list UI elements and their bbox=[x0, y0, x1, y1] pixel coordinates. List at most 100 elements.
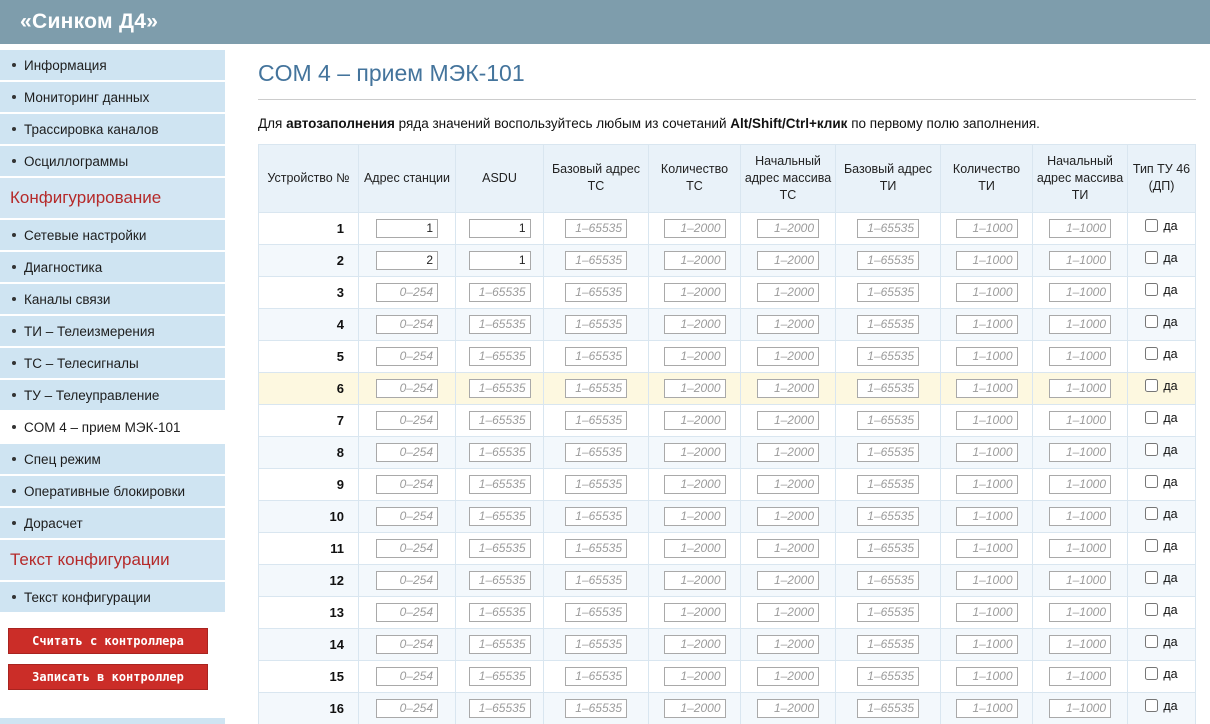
sidebar-item-special-mode[interactable]: Спец режим bbox=[0, 444, 225, 474]
read-from-controller-button[interactable]: Считать с контроллера bbox=[8, 628, 208, 654]
ti-base-address-input[interactable] bbox=[857, 442, 919, 462]
asdu-input[interactable] bbox=[468, 666, 531, 686]
station-address-input[interactable] bbox=[376, 506, 438, 526]
ts-base-address-input[interactable] bbox=[565, 410, 627, 430]
write-to-controller-button[interactable]: Записать в контроллер bbox=[8, 664, 208, 690]
ts-base-address-input[interactable] bbox=[565, 442, 627, 462]
ts-base-address-input[interactable] bbox=[565, 250, 627, 270]
ts-array-start-input[interactable] bbox=[757, 250, 819, 270]
sidebar-item-monitoring[interactable]: Мониторинг данных bbox=[0, 82, 225, 112]
ti-array-start-input[interactable] bbox=[1049, 250, 1111, 270]
ts-count-input[interactable] bbox=[663, 506, 726, 526]
ts-count-input[interactable] bbox=[663, 410, 726, 430]
ts-array-start-input[interactable] bbox=[757, 570, 819, 590]
ts-count-input[interactable] bbox=[663, 250, 726, 270]
station-address-input[interactable] bbox=[376, 474, 438, 494]
ti-count-input[interactable] bbox=[955, 346, 1018, 366]
station-address-input[interactable] bbox=[376, 410, 438, 430]
asdu-input[interactable] bbox=[468, 282, 531, 302]
ti-count-input[interactable] bbox=[955, 378, 1018, 398]
ti-array-start-input[interactable] bbox=[1049, 378, 1111, 398]
ts-count-input[interactable] bbox=[663, 346, 726, 366]
ti-array-start-input[interactable] bbox=[1049, 538, 1111, 558]
ts-base-address-input[interactable] bbox=[565, 506, 627, 526]
ts-array-start-input[interactable] bbox=[757, 346, 819, 366]
asdu-input[interactable] bbox=[468, 602, 531, 622]
ti-base-address-input[interactable] bbox=[857, 314, 919, 334]
sidebar-item-network-settings[interactable]: Сетевые настройки bbox=[0, 220, 225, 250]
ts-base-address-input[interactable] bbox=[565, 570, 627, 590]
asdu-input[interactable] bbox=[468, 346, 531, 366]
ts-base-address-input[interactable] bbox=[565, 698, 627, 718]
ti-count-input[interactable] bbox=[955, 410, 1018, 430]
station-address-input[interactable] bbox=[376, 218, 438, 238]
ti-array-start-input[interactable] bbox=[1049, 282, 1111, 302]
ts-array-start-input[interactable] bbox=[757, 602, 819, 622]
ti-count-input[interactable] bbox=[955, 634, 1018, 654]
tu-type-checkbox[interactable] bbox=[1145, 507, 1159, 521]
ts-count-input[interactable] bbox=[663, 602, 726, 622]
ts-array-start-input[interactable] bbox=[757, 634, 819, 654]
sidebar-item-oscillograms[interactable]: Осциллограммы bbox=[0, 146, 225, 176]
ti-count-input[interactable] bbox=[955, 506, 1018, 526]
ti-count-input[interactable] bbox=[955, 314, 1018, 334]
tu-type-checkbox[interactable] bbox=[1145, 283, 1159, 297]
asdu-input[interactable] bbox=[468, 506, 531, 526]
ti-base-address-input[interactable] bbox=[857, 538, 919, 558]
ti-base-address-input[interactable] bbox=[857, 218, 919, 238]
ti-array-start-input[interactable] bbox=[1049, 314, 1111, 334]
ts-base-address-input[interactable] bbox=[565, 602, 627, 622]
ts-base-address-input[interactable] bbox=[565, 314, 627, 334]
station-address-input[interactable] bbox=[376, 538, 438, 558]
ti-count-input[interactable] bbox=[955, 602, 1018, 622]
ti-array-start-input[interactable] bbox=[1049, 698, 1111, 718]
ts-base-address-input[interactable] bbox=[565, 538, 627, 558]
ti-count-input[interactable] bbox=[955, 698, 1018, 718]
asdu-input[interactable] bbox=[468, 314, 531, 334]
tu-type-checkbox[interactable] bbox=[1145, 699, 1159, 713]
ti-array-start-input[interactable] bbox=[1049, 506, 1111, 526]
ts-count-input[interactable] bbox=[663, 698, 726, 718]
station-address-input[interactable] bbox=[376, 570, 438, 590]
station-address-input[interactable] bbox=[376, 666, 438, 686]
ts-count-input[interactable] bbox=[663, 442, 726, 462]
ts-count-input[interactable] bbox=[663, 378, 726, 398]
ts-base-address-input[interactable] bbox=[565, 634, 627, 654]
ti-base-address-input[interactable] bbox=[857, 346, 919, 366]
ts-base-address-input[interactable] bbox=[565, 378, 627, 398]
ts-count-input[interactable] bbox=[663, 666, 726, 686]
tu-type-checkbox[interactable] bbox=[1145, 411, 1159, 425]
tu-type-checkbox[interactable] bbox=[1145, 635, 1159, 649]
ts-array-start-input[interactable] bbox=[757, 218, 819, 238]
asdu-input[interactable] bbox=[468, 410, 531, 430]
ts-count-input[interactable] bbox=[663, 282, 726, 302]
ts-array-start-input[interactable] bbox=[757, 506, 819, 526]
station-address-input[interactable] bbox=[376, 602, 438, 622]
asdu-input[interactable] bbox=[468, 634, 531, 654]
ti-count-input[interactable] bbox=[955, 666, 1018, 686]
ti-array-start-input[interactable] bbox=[1049, 570, 1111, 590]
ti-count-input[interactable] bbox=[955, 282, 1018, 302]
ts-base-address-input[interactable] bbox=[565, 346, 627, 366]
station-address-input[interactable] bbox=[376, 634, 438, 654]
ts-base-address-input[interactable] bbox=[565, 282, 627, 302]
ti-count-input[interactable] bbox=[955, 250, 1018, 270]
ti-base-address-input[interactable] bbox=[857, 666, 919, 686]
tu-type-checkbox[interactable] bbox=[1145, 475, 1159, 489]
sidebar-item-channel-trace[interactable]: Трассировка каналов bbox=[0, 114, 225, 144]
ti-count-input[interactable] bbox=[955, 218, 1018, 238]
sidebar-item-com4-iec101[interactable]: COM 4 – прием МЭК-101 bbox=[0, 412, 225, 442]
ti-base-address-input[interactable] bbox=[857, 602, 919, 622]
ts-base-address-input[interactable] bbox=[565, 218, 627, 238]
ti-count-input[interactable] bbox=[955, 538, 1018, 558]
ti-array-start-input[interactable] bbox=[1049, 346, 1111, 366]
tu-type-checkbox[interactable] bbox=[1145, 667, 1159, 681]
sidebar-item-ti-telemetry[interactable]: ТИ – Телеизмерения bbox=[0, 316, 225, 346]
ts-array-start-input[interactable] bbox=[757, 474, 819, 494]
ts-count-input[interactable] bbox=[663, 474, 726, 494]
station-address-input[interactable] bbox=[376, 698, 438, 718]
sidebar-item-tu-telecontrol[interactable]: ТУ – Телеуправление bbox=[0, 380, 225, 410]
ti-base-address-input[interactable] bbox=[857, 474, 919, 494]
ts-array-start-input[interactable] bbox=[757, 378, 819, 398]
asdu-input[interactable] bbox=[468, 250, 531, 270]
